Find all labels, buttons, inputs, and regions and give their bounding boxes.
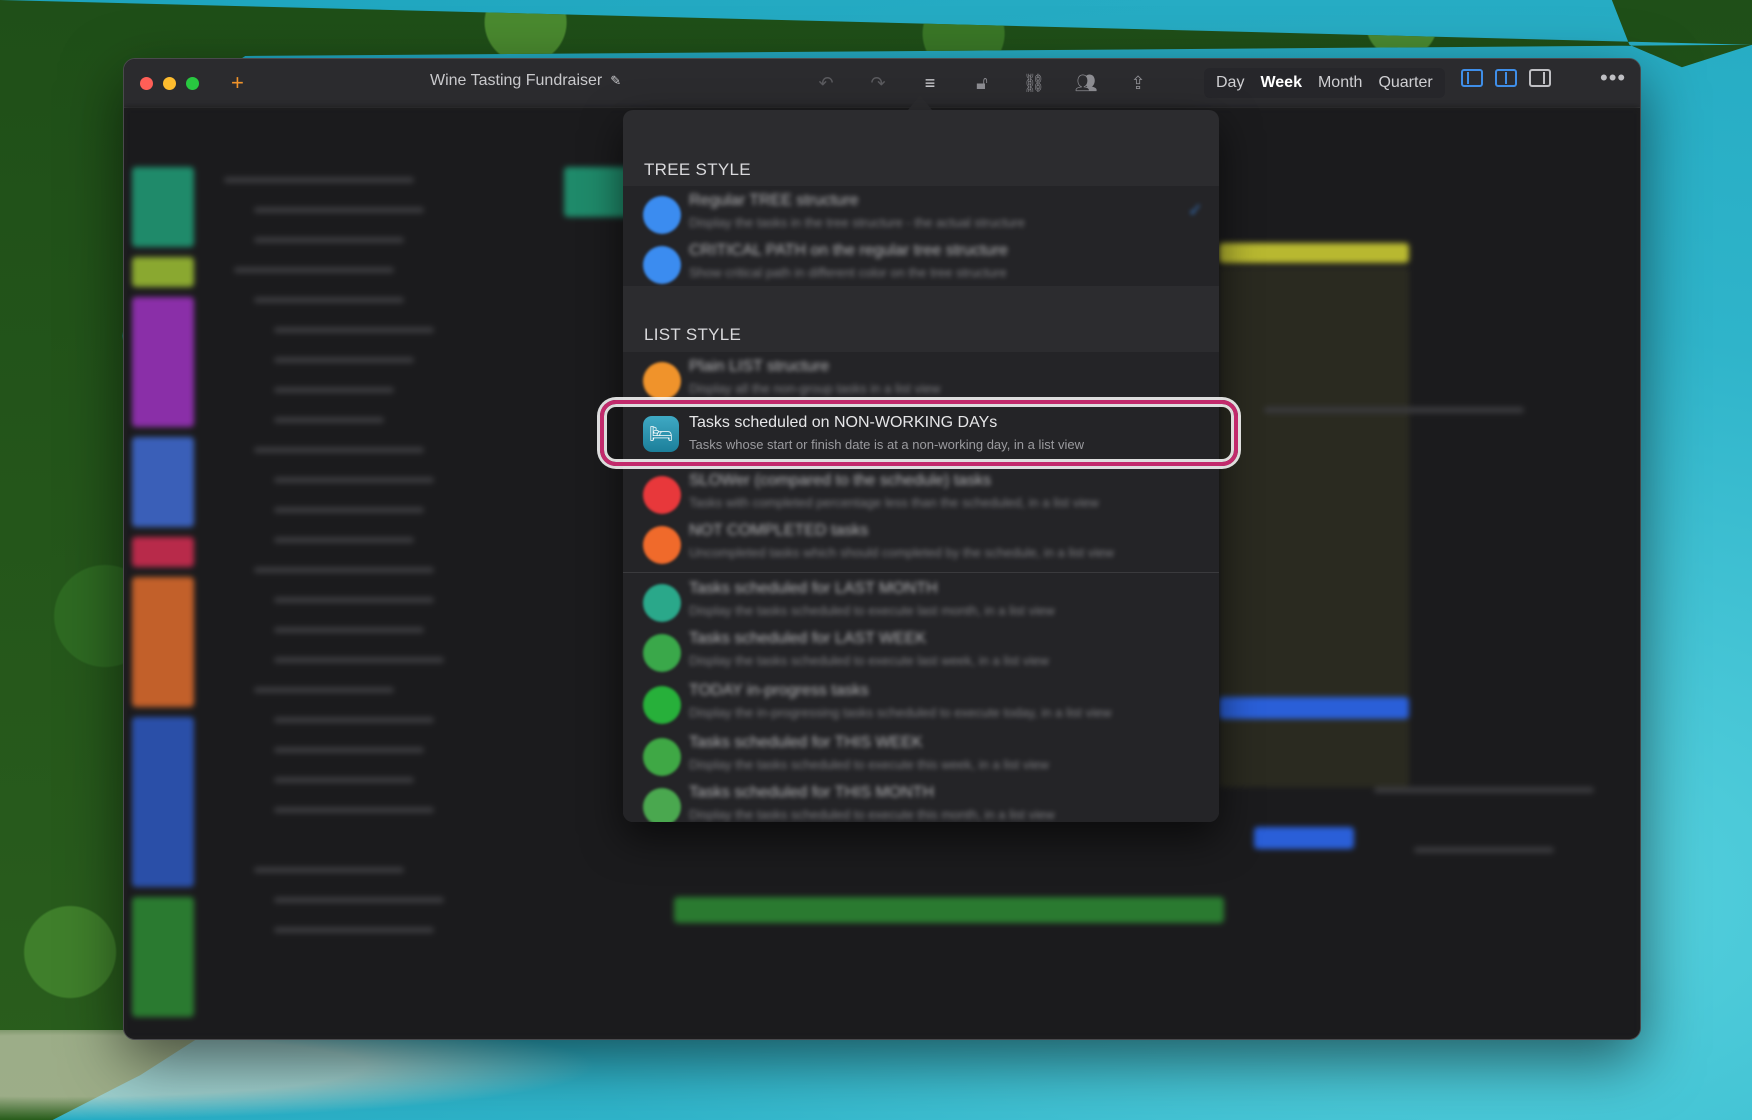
view-option-regular-tree[interactable]: Regular TREE structure Display the tasks… xyxy=(623,186,1219,238)
right-sidebar-toggle-icon[interactable] xyxy=(1529,69,1551,87)
document-title-text: Wine Tasting Fundraiser xyxy=(430,72,603,89)
view-option-plain-list[interactable]: Plain LIST structure Display all the non… xyxy=(623,352,1219,404)
calendar-icon xyxy=(643,738,681,776)
tree-style-heading: TREE STYLE xyxy=(644,160,751,179)
left-sidebar-toggle-icon[interactable] xyxy=(1461,69,1483,87)
link-icon[interactable]: ⛓︎ xyxy=(1008,67,1060,99)
document-title[interactable]: Wine Tasting Fundraiser ✎ xyxy=(430,72,621,90)
view-option-slower-tasks[interactable]: SLOWer (compared to the schedule) tasks … xyxy=(623,466,1219,518)
view-option-today[interactable]: TODAY in-progress tasks Display the in-p… xyxy=(623,676,1219,728)
title-bar: + Wine Tasting Fundraiser ✎ ↶ ↷ ≡ 🔓︎ ⛓︎ … xyxy=(124,59,1640,108)
tree-icon xyxy=(643,196,681,234)
calendar-icon xyxy=(643,788,681,822)
color-strip xyxy=(132,577,194,707)
window-controls xyxy=(140,76,199,90)
close-window-button[interactable] xyxy=(140,76,153,90)
share-icon[interactable]: ⇪ xyxy=(1112,67,1164,99)
color-strip xyxy=(132,717,194,887)
highlight-annotation xyxy=(600,400,1238,466)
more-icon[interactable]: ••• xyxy=(1600,65,1626,91)
color-strip xyxy=(132,437,194,527)
view-mode-month[interactable]: Month xyxy=(1310,70,1370,96)
pane-toggles xyxy=(1461,69,1551,87)
zoom-window-button[interactable] xyxy=(186,76,199,90)
color-strip xyxy=(132,257,194,287)
view-option-critical-path[interactable]: CRITICAL PATH on the regular tree struct… xyxy=(623,236,1219,288)
list-icon xyxy=(643,362,681,400)
view-option-last-month[interactable]: Tasks scheduled for LAST MONTH Display t… xyxy=(623,574,1219,626)
undo-icon[interactable]: ↶ xyxy=(800,67,852,99)
view-mode-segmented-control: Day Week Month Quarter xyxy=(1204,68,1445,98)
pencil-icon: ✎ xyxy=(610,73,622,88)
lock-icon[interactable]: 🔓︎ xyxy=(956,67,1008,99)
calendar-icon xyxy=(643,634,681,672)
critical-path-icon xyxy=(643,246,681,284)
toolbar: ↶ ↷ ≡ 🔓︎ ⛓︎ 👥︎ ⇪ xyxy=(800,67,1164,99)
color-strip xyxy=(132,897,194,1017)
slow-icon xyxy=(643,476,681,514)
view-style-popover: TREE STYLE Regular TREE structure Displa… xyxy=(623,110,1219,822)
calendar-icon xyxy=(643,584,681,622)
incomplete-icon xyxy=(643,526,681,564)
minimize-window-button[interactable] xyxy=(163,76,176,90)
view-option-last-week[interactable]: Tasks scheduled for LAST WEEK Display th… xyxy=(623,624,1219,676)
beach xyxy=(0,1030,600,1120)
color-strip xyxy=(132,297,194,427)
view-mode-week[interactable]: Week xyxy=(1252,70,1310,96)
redo-icon[interactable]: ↷ xyxy=(852,67,904,99)
split-view-toggle-icon[interactable] xyxy=(1495,69,1517,87)
color-strip xyxy=(132,167,194,247)
checkmark-icon: ✓ xyxy=(1187,200,1203,220)
list-style-heading: LIST STYLE xyxy=(644,325,742,344)
view-option-this-week[interactable]: Tasks scheduled for THIS WEEK Display th… xyxy=(623,728,1219,780)
calendar-icon xyxy=(643,686,681,724)
view-option-this-month[interactable]: Tasks scheduled for THIS MONTH Display t… xyxy=(623,778,1219,822)
view-mode-quarter[interactable]: Quarter xyxy=(1370,70,1440,96)
add-task-icon[interactable]: + xyxy=(231,72,244,94)
view-option-not-completed[interactable]: NOT COMPLETED tasks Uncompleted tasks wh… xyxy=(623,516,1219,568)
view-mode-day[interactable]: Day xyxy=(1208,70,1252,96)
people-icon[interactable]: 👥︎ xyxy=(1060,67,1112,99)
color-strip xyxy=(132,537,194,567)
popover-caret xyxy=(908,95,932,110)
